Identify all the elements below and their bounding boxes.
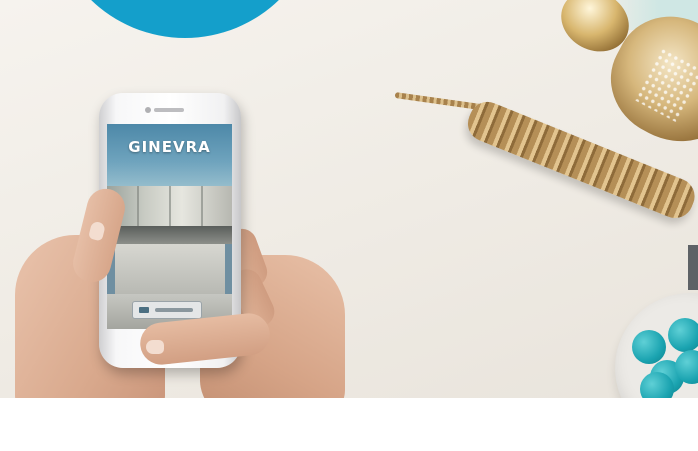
kitchen-counter (107, 226, 232, 244)
bottom-white-band (0, 398, 698, 451)
blue-circle-shape (50, 0, 320, 38)
confetti-piece (632, 330, 666, 364)
right-thumb-nail (146, 340, 164, 354)
front-camera (145, 107, 151, 113)
screen-cta-button[interactable] (132, 301, 202, 319)
confetti-piece (668, 318, 698, 352)
cabinet-divider (169, 186, 171, 226)
photo: GINEVRA (0, 0, 698, 398)
cabinet-divider (201, 186, 203, 226)
kitchen-island (115, 244, 225, 294)
cabinet-divider (137, 186, 139, 226)
confetti-piece (640, 372, 674, 398)
brand-title: GINEVRA (128, 138, 211, 156)
phone-screen[interactable]: GINEVRA (107, 124, 232, 329)
phone-speaker (154, 108, 184, 112)
gold-chain-thin (394, 92, 485, 111)
dark-edge-strip (688, 245, 698, 290)
